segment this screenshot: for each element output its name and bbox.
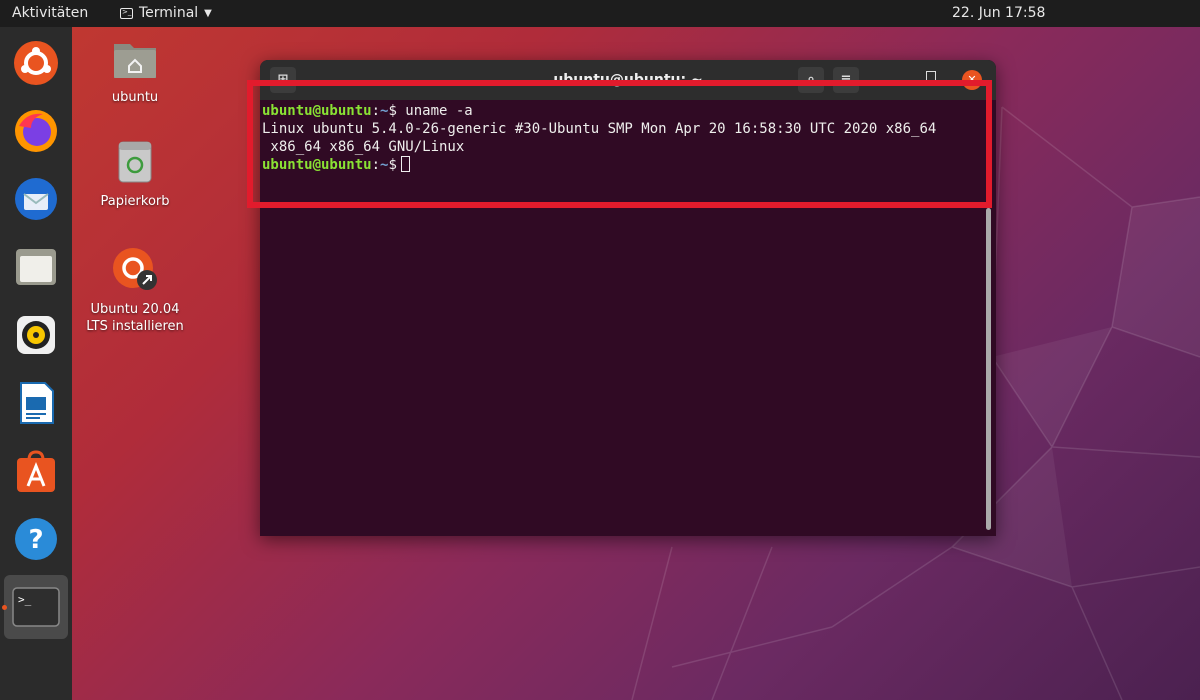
thunderbird-icon xyxy=(15,178,57,220)
ubuntu-icon xyxy=(14,41,58,85)
dock-firefox[interactable] xyxy=(10,105,62,157)
libreoffice-writer-icon xyxy=(20,382,54,424)
software-center-icon xyxy=(17,450,55,492)
desktop-icon-home[interactable]: ubuntu xyxy=(80,38,190,106)
desktop-icon-label: Ubuntu 20.04 LTS installieren xyxy=(86,302,184,334)
terminal-small-icon: >_ xyxy=(120,7,133,19)
files-icon xyxy=(16,249,56,285)
dock-thunderbird[interactable] xyxy=(10,173,62,225)
desktop-icon-trash[interactable]: Papierkorb xyxy=(80,140,190,210)
firefox-icon xyxy=(15,110,57,152)
activities-button[interactable]: Aktivitäten xyxy=(12,5,88,21)
desktop-icon-label: Papierkorb xyxy=(100,194,170,209)
svg-text:>_: >_ xyxy=(18,593,32,606)
dock-files[interactable] xyxy=(10,241,62,293)
terminal-icon: >_ xyxy=(12,587,60,627)
dock-software[interactable] xyxy=(10,445,62,497)
dock: ? >_ xyxy=(0,27,72,700)
svg-text:?: ? xyxy=(28,525,43,555)
chevron-down-icon: ▼ xyxy=(204,7,212,19)
top-bar: Aktivitäten >_ Terminal ▼ 22. Jun 17:58 xyxy=(0,0,1200,27)
rhythmbox-icon xyxy=(17,316,55,354)
scrollbar[interactable] xyxy=(986,208,991,530)
desktop-icon-label: ubuntu xyxy=(111,90,159,105)
dock-terminal[interactable]: >_ xyxy=(4,575,68,639)
running-indicator xyxy=(2,605,7,610)
dock-help[interactable]: ? xyxy=(10,513,62,565)
clock[interactable]: 22. Jun 17:58 xyxy=(952,5,1045,21)
ubuntu-installer-icon xyxy=(113,248,157,290)
home-folder-icon xyxy=(114,44,156,78)
highlight-box xyxy=(247,80,992,208)
app-menu[interactable]: >_ Terminal ▼ xyxy=(120,5,212,21)
app-menu-label: Terminal xyxy=(139,5,199,21)
dock-writer[interactable] xyxy=(10,377,62,429)
trash-icon xyxy=(118,141,152,183)
help-icon: ? xyxy=(15,518,57,560)
dock-rhythmbox[interactable] xyxy=(10,309,62,361)
dock-ubuntu[interactable] xyxy=(10,37,62,89)
desktop-icon-installer[interactable]: Ubuntu 20.04 LTS installieren xyxy=(80,244,190,335)
